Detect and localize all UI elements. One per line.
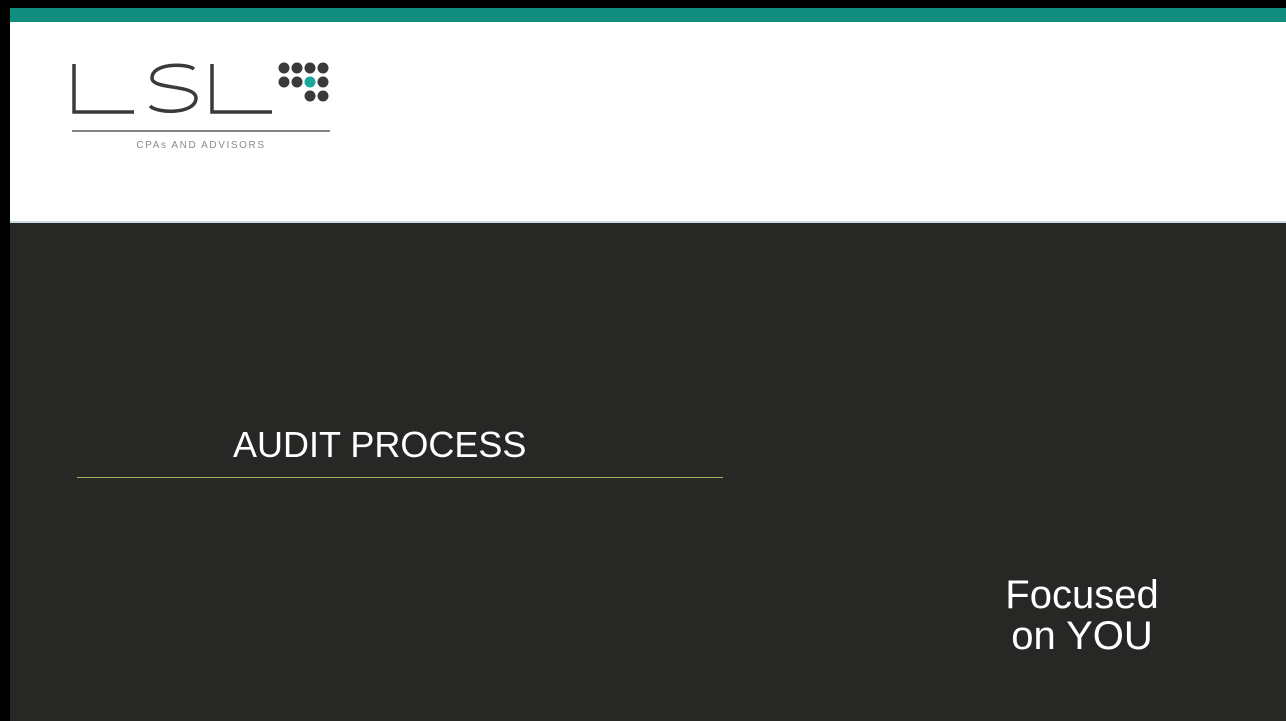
tagline: Focused on YOU [962,575,1202,657]
logo-letter-l1 [72,64,134,114]
title-underline [77,477,723,478]
logo-letter-s [148,63,198,113]
logo-letter-l2 [210,64,272,114]
slide-title: AUDIT PROCESS [233,424,527,465]
top-accent-bar [10,8,1286,22]
logo-subtitle: CPAs AND ADVISORS [136,140,266,151]
logo-accent-dot [304,76,316,88]
company-logo: CPAs AND ADVISORS [72,60,342,160]
tagline-line-1: Focused [1005,573,1159,617]
logo-mark [72,62,330,132]
logo-dot-grid [278,62,329,102]
tagline-line-2: on YOU [1011,614,1153,658]
